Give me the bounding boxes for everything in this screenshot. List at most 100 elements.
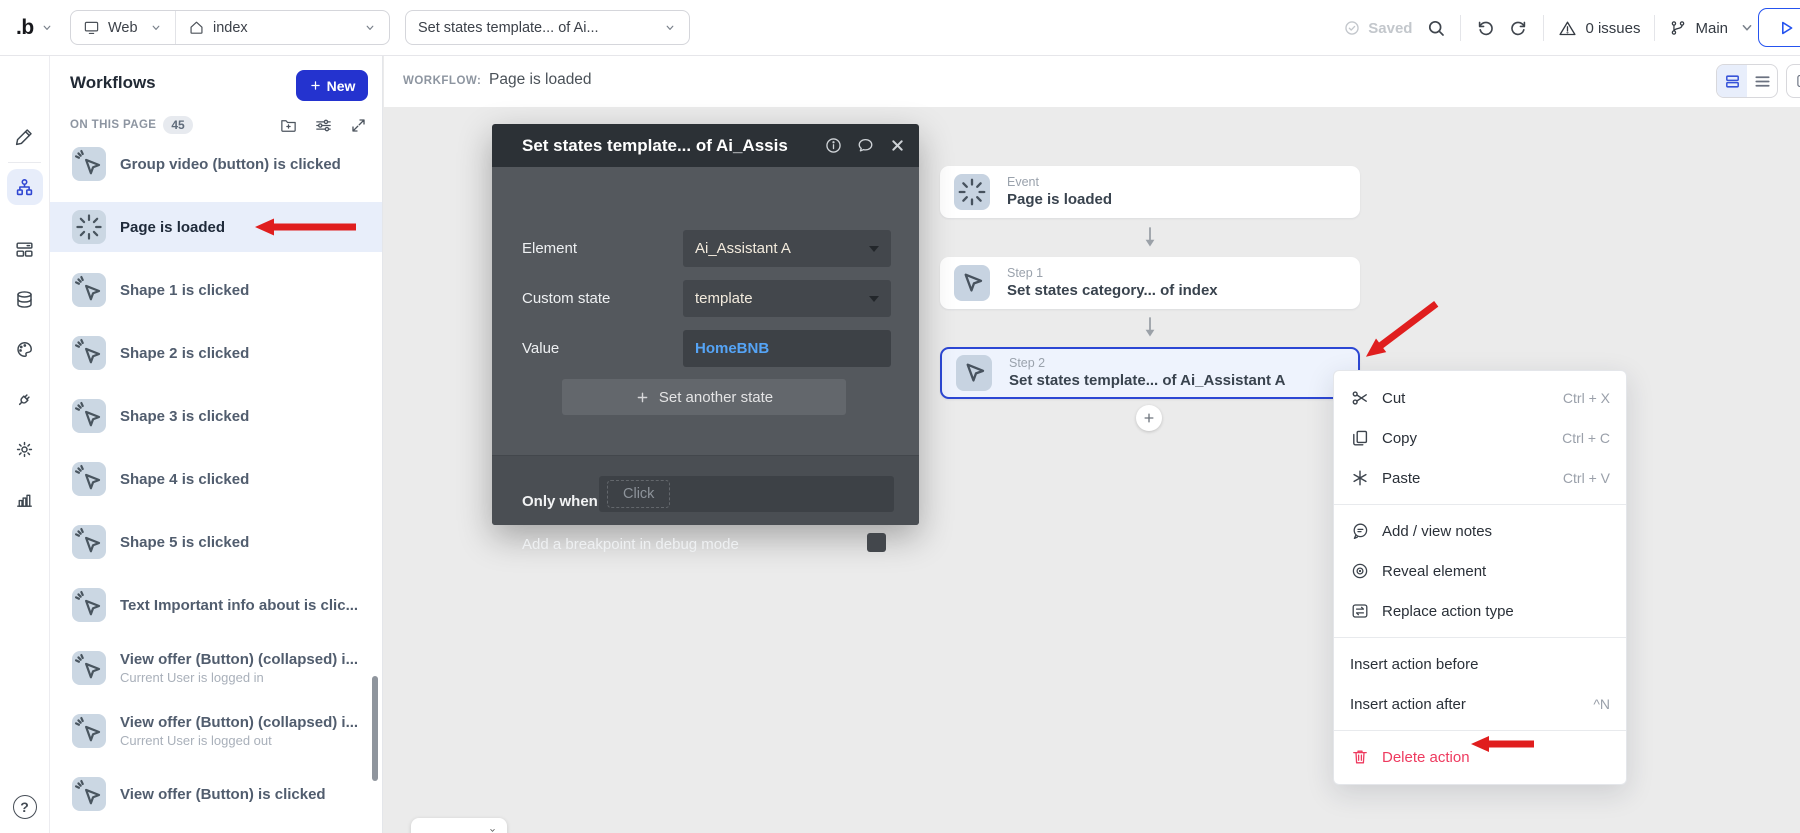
workflow-item-label: View offer (Button) (collapsed) i... <box>120 651 358 668</box>
branch-label: Main <box>1695 20 1728 37</box>
top-toolbar: .b Web index Set states template... of A… <box>0 0 1800 56</box>
value-input[interactable]: HomeBNB <box>683 330 891 367</box>
rail-item-reusables[interactable] <box>7 231 43 267</box>
close-icon[interactable] <box>888 136 907 155</box>
workflow-list-item[interactable]: Shape 4 is clicked <box>50 454 382 504</box>
workflow-item-condition: Current User is logged in <box>120 670 358 685</box>
card-kind-label: Event <box>1007 175 1112 190</box>
new-workflow-button[interactable]: New <box>296 70 368 101</box>
rail-item-settings[interactable] <box>7 431 43 467</box>
comment-icon[interactable] <box>856 136 875 155</box>
menu-item-label: Copy <box>1382 430 1417 447</box>
menu-item-insert-action-before[interactable]: Insert action before <box>1334 644 1626 684</box>
workflow-card-step-2[interactable]: Step 2 Set states template... of Ai_Assi… <box>940 347 1360 399</box>
click-icon <box>72 588 106 622</box>
divider <box>1654 15 1655 41</box>
workflow-list-item[interactable]: View offer (Button) (collapsed) i... Cur… <box>50 643 382 693</box>
workflow-item-label: View offer (Button) (collapsed) i... <box>120 714 358 731</box>
rail-item-design[interactable] <box>7 118 43 154</box>
menu-item-shortcut: Ctrl + C <box>1562 430 1610 446</box>
help-button[interactable]: ? <box>13 795 37 819</box>
workflow-card-step-1[interactable]: Step 1 Set states category... of index <box>940 257 1360 309</box>
menu-item-paste[interactable]: Paste Ctrl + V <box>1334 458 1626 498</box>
menu-item-label: Insert action after <box>1350 696 1466 713</box>
clipped-toolbar-button[interactable] <box>1786 64 1800 98</box>
menu-item-replace-action-type[interactable]: Replace action type <box>1334 591 1626 631</box>
branch-icon <box>1669 19 1687 37</box>
property-editor-title: Set states template... of Ai_Assis <box>522 136 788 156</box>
workflow-card-event[interactable]: Event Page is loaded <box>940 166 1360 218</box>
branch-selector[interactable]: Main <box>1669 19 1756 37</box>
app-menu[interactable]: .b <box>16 0 54 56</box>
menu-item-insert-action-after[interactable]: Insert action after ^N <box>1334 684 1626 724</box>
note-icon <box>1350 521 1370 541</box>
property-editor-titlebar[interactable]: Set states template... of Ai_Assis <box>492 124 919 167</box>
cursor-icon <box>954 265 990 301</box>
workflow-list-item[interactable]: Shape 5 is clicked <box>50 517 382 567</box>
workflow-list-item[interactable]: Shape 1 is clicked <box>50 265 382 315</box>
gear-icon <box>14 439 35 460</box>
expand-icon[interactable] <box>349 116 368 135</box>
set-another-state-button[interactable]: Set another state <box>562 379 846 415</box>
search-icon[interactable] <box>1426 18 1446 38</box>
platform-page-selector: Web index <box>70 10 390 45</box>
custom-state-value: template <box>695 290 753 307</box>
workflow-list: Group video (button) is clicked Page is … <box>50 139 382 832</box>
property-editor-body: Element Ai_Assistant A Custom state temp… <box>492 167 919 525</box>
rail-item-workflows[interactable] <box>7 169 43 205</box>
section-label: ON THIS PAGE <box>70 119 156 131</box>
left-nav-rail: ? <box>0 56 50 833</box>
menu-item-cut[interactable]: Cut Ctrl + X <box>1334 378 1626 418</box>
workflow-item-label: Page is loaded <box>120 219 225 236</box>
platform-label: Web <box>108 20 138 36</box>
workflow-list-item[interactable]: Group video (button) is clicked <box>50 139 382 189</box>
card-kind-label: Step 2 <box>1009 356 1285 371</box>
redo-icon[interactable] <box>1509 18 1529 38</box>
workflow-list-item[interactable]: View offer (Button) is clicked <box>50 769 382 819</box>
undo-icon[interactable] <box>1475 18 1495 38</box>
add-action-button[interactable] <box>1136 405 1162 431</box>
stacked-icon <box>1723 72 1742 91</box>
rail-item-plugins[interactable] <box>7 381 43 417</box>
zoom-control-clipped[interactable] <box>411 818 507 833</box>
chart-icon <box>14 489 35 510</box>
issues-indicator[interactable]: 0 issues <box>1558 19 1640 38</box>
scrollbar[interactable] <box>372 676 378 781</box>
rail-item-logs[interactable] <box>7 481 43 517</box>
menu-item-add-view-notes[interactable]: Add / view notes <box>1334 511 1626 551</box>
plug-icon <box>14 389 35 410</box>
chevron-down-icon <box>488 826 497 833</box>
breakpoint-checkbox[interactable] <box>867 533 886 552</box>
components-icon <box>14 239 35 260</box>
workflow-list-item[interactable]: Shape 3 is clicked <box>50 391 382 441</box>
page-dropdown[interactable]: index <box>176 11 389 44</box>
burst-icon <box>72 210 106 244</box>
workflow-canvas[interactable]: Event Page is loaded Step 1 Set states c… <box>384 107 1800 833</box>
warning-icon <box>1558 19 1577 38</box>
custom-state-dropdown[interactable]: template <box>683 280 891 317</box>
menu-item-reveal-element[interactable]: Reveal element <box>1334 551 1626 591</box>
workflow-list-item[interactable]: View offer (Button) (collapsed) i... Cur… <box>50 706 382 756</box>
workflow-selector-dropdown[interactable]: Set states template... of Ai... <box>405 10 690 45</box>
menu-item-copy[interactable]: Copy Ctrl + C <box>1334 418 1626 458</box>
preview-run-button[interactable] <box>1758 8 1800 47</box>
workflow-list-item[interactable]: Shape 2 is clicked <box>50 328 382 378</box>
list-view-button[interactable] <box>1747 65 1777 97</box>
workflow-item-label: Shape 4 is clicked <box>120 471 249 488</box>
card-view-button[interactable] <box>1717 65 1747 97</box>
palette-icon <box>14 339 35 360</box>
new-workflow-label: New <box>327 78 356 94</box>
divider <box>1543 15 1544 41</box>
workflow-item-condition: Current User is logged out <box>120 733 358 748</box>
platform-dropdown[interactable]: Web <box>71 11 176 44</box>
rail-item-data[interactable] <box>7 281 43 317</box>
workflow-item-label: Shape 2 is clicked <box>120 345 249 362</box>
sliders-icon[interactable] <box>314 116 333 135</box>
workflow-list-item[interactable]: Text Important info about is clic... <box>50 580 382 630</box>
rail-item-styles[interactable] <box>7 331 43 367</box>
info-icon[interactable] <box>824 136 843 155</box>
only-when-input[interactable]: Click <box>599 476 894 512</box>
panel-subheader: ON THIS PAGE 45 <box>70 114 368 136</box>
element-dropdown[interactable]: Ai_Assistant A <box>683 230 891 267</box>
folder-plus-icon[interactable] <box>279 116 298 135</box>
